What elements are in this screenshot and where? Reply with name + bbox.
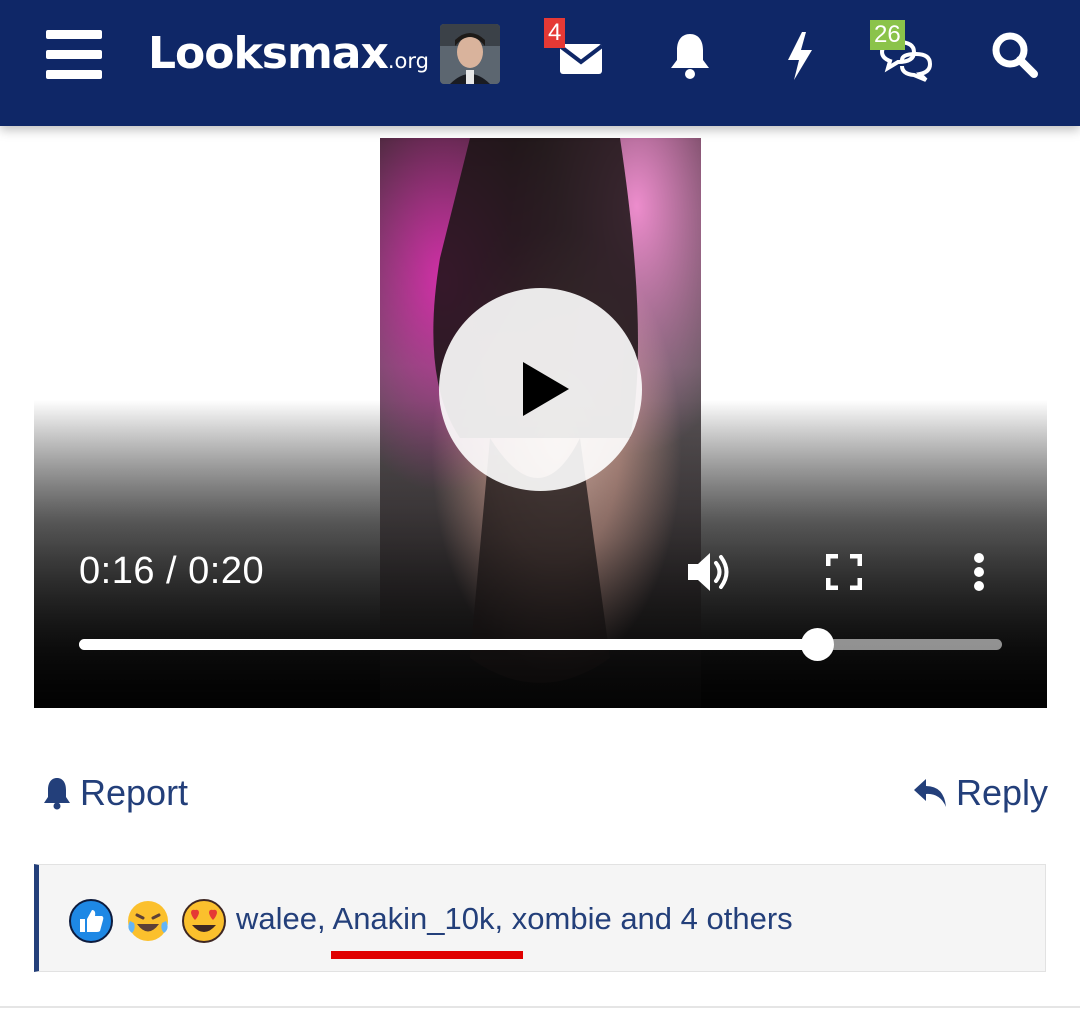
reply-arrow-icon — [914, 779, 946, 807]
chat-bubbles-icon[interactable]: 26 — [870, 20, 933, 84]
video-letterbox-right — [701, 400, 1047, 708]
bottom-divider — [0, 1006, 1080, 1008]
reaction-users-text: walee, Anakin_10k, xombie and 4 others — [236, 901, 793, 937]
reaction-separator: , — [494, 901, 512, 936]
reaction-separator: , — [317, 901, 333, 936]
inbox-badge: 4 — [544, 18, 566, 48]
red-underline-highlight — [331, 951, 523, 959]
reaction-user-link[interactable]: xombie — [512, 901, 612, 936]
envelope-icon[interactable]: 4 — [544, 18, 610, 84]
reaction-user-link[interactable]: Anakin_10k — [333, 901, 495, 936]
time-display: 0:16 / 0:20 — [79, 550, 265, 592]
reply-label: Reply — [956, 772, 1049, 813]
lightning-icon[interactable] — [772, 28, 828, 84]
video-player[interactable]: 0:16 / 0:20 — [34, 138, 1047, 708]
hamburger-menu-icon[interactable] — [46, 30, 102, 79]
laughing-crying-icon[interactable] — [126, 899, 170, 943]
progress-fill — [79, 639, 818, 650]
bell-icon — [44, 778, 70, 810]
volume-icon[interactable] — [686, 550, 732, 599]
play-button[interactable] — [439, 288, 642, 491]
bell-icon[interactable] — [662, 28, 718, 84]
search-icon[interactable] — [988, 28, 1044, 84]
user-avatar[interactable] — [440, 24, 500, 84]
site-logo[interactable]: Looksmax.org — [148, 28, 429, 79]
reaction-and-text: and — [611, 901, 681, 936]
reaction-others-link[interactable]: 4 others — [681, 901, 793, 936]
more-vertical-icon[interactable] — [971, 550, 987, 599]
heart-eyes-icon[interactable] — [182, 899, 226, 943]
report-label: Report — [80, 772, 189, 813]
reply-link[interactable]: Reply — [912, 772, 1048, 814]
top-navigation-bar: Looksmax.org 4 26 — [0, 0, 1080, 126]
logo-main-text: Looksmax — [148, 28, 389, 79]
fullscreen-icon[interactable] — [825, 553, 863, 595]
progress-bar[interactable] — [79, 628, 1002, 661]
logo-suffix-text: .org — [387, 49, 429, 73]
play-icon — [523, 362, 569, 416]
conversations-badge: 26 — [870, 20, 905, 50]
reaction-user-link[interactable]: walee — [236, 901, 317, 936]
report-link[interactable]: Report — [42, 772, 188, 814]
thumbs-up-icon[interactable] — [69, 899, 113, 943]
reactions-bar: walee, Anakin_10k, xombie and 4 others — [34, 864, 1046, 972]
